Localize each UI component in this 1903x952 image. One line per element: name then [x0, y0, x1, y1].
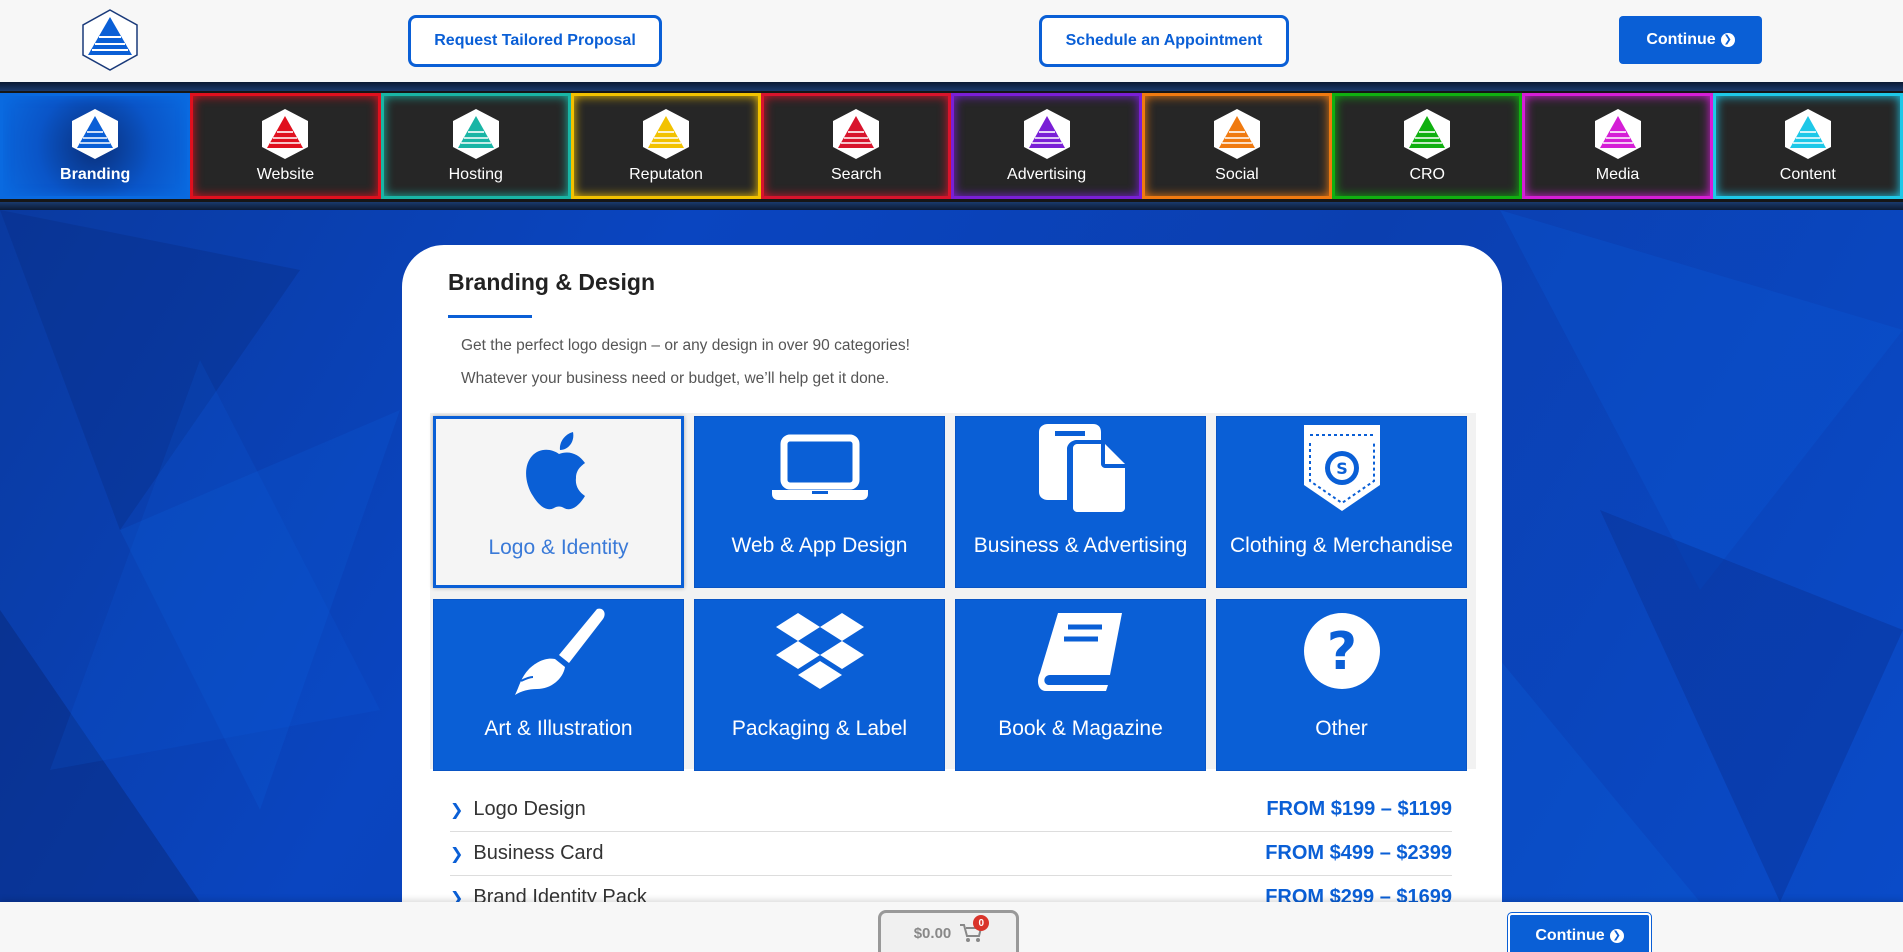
tile-label: Packaging & Label — [731, 717, 908, 740]
service-list: ❯ Logo Design FROM $199 – $1199 ❯ Business… — [450, 788, 1452, 920]
tab-social[interactable]: Social — [1141, 93, 1333, 199]
tile-packaging-label[interactable]: Packaging & Label — [694, 599, 945, 771]
pyramid-hex-icon — [833, 109, 880, 159]
top-header: Request Tailored Proposal Schedule an Ap… — [0, 0, 1903, 82]
tab-label: Social — [1215, 166, 1259, 183]
tile-label: Business & Advertising — [973, 534, 1188, 557]
pyramid-logo-icon[interactable] — [82, 9, 138, 71]
continue-button-top[interactable]: Continue ❯ — [1619, 16, 1762, 64]
pocket-badge-icon: S — [1287, 423, 1397, 513]
tile-clothing-merchandise[interactable]: S Clothing & Merchandise — [1216, 416, 1467, 588]
tab-label: Search — [830, 166, 882, 183]
tile-label: Logo & Identity — [488, 536, 629, 559]
schedule-appointment-button[interactable]: Schedule an Appointment — [1039, 15, 1289, 67]
tab-label: Branding — [60, 166, 131, 183]
service-price: FROM $199 – $1199 — [1266, 798, 1452, 820]
pyramid-hex-icon — [72, 109, 119, 159]
tab-label: CRO — [1409, 166, 1445, 183]
tab-label: Website — [256, 166, 315, 183]
question-icon: ? — [1287, 606, 1397, 696]
tile-label: Web & App Design — [731, 534, 908, 557]
tab-label: Reputaton — [629, 166, 703, 183]
pyramid-hex-icon — [262, 109, 309, 159]
description-line-1: Get the perfect logo design – or any des… — [461, 337, 910, 354]
service-price: FROM $499 – $2399 — [1265, 842, 1452, 864]
tile-label: Art & Illustration — [484, 717, 633, 740]
tab-label: Content — [1779, 166, 1836, 183]
apple-icon — [504, 425, 614, 515]
pyramid-hex-icon — [452, 109, 499, 159]
book-icon — [1026, 606, 1136, 696]
dropbox-icon — [765, 606, 875, 696]
paintbrush-icon — [504, 606, 614, 696]
tab-cro[interactable]: CRO — [1332, 93, 1523, 199]
tab-advertising[interactable]: Advertising — [951, 93, 1142, 199]
description-line-2: Whatever your business need or budget, w… — [461, 370, 890, 387]
tab-reputaton[interactable]: Reputaton — [570, 93, 762, 199]
laptop-icon — [765, 423, 875, 513]
tab-label: Advertising — [1007, 166, 1087, 183]
tab-hosting[interactable]: Hosting — [380, 93, 571, 199]
tile-label: Book & Magazine — [998, 717, 1163, 740]
tile-web-app-design[interactable]: Web & App Design — [694, 416, 945, 588]
tile-logo-identity[interactable]: Logo & Identity — [433, 416, 684, 588]
continue-label: Continue — [1646, 31, 1716, 48]
cart-total: $0.00 — [913, 924, 952, 942]
title-underline — [448, 315, 532, 318]
tile-other[interactable]: ? Other — [1216, 599, 1467, 771]
tile-book-magazine[interactable]: Book & Magazine — [955, 599, 1206, 771]
tab-label: Hosting — [448, 166, 503, 183]
pyramid-hex-icon — [1594, 109, 1641, 159]
pyramid-hex-icon — [1784, 109, 1831, 159]
tab-search[interactable]: Search — [761, 93, 952, 199]
tile-label: Other — [1315, 717, 1368, 740]
chevron-right-icon: ❯ — [450, 845, 464, 863]
service-card: Branding & Design Get the perfect logo d… — [402, 245, 1502, 925]
chevron-right-icon: ❯ — [450, 801, 464, 819]
category-tile-grid: Logo & Identity Web & App Design Busines… — [430, 413, 1476, 771]
pyramid-hex-icon — [643, 109, 690, 159]
tab-content[interactable]: Content — [1712, 93, 1903, 199]
list-item-business-card[interactable]: ❯ Business Card FROM $499 – $2399 — [450, 832, 1452, 876]
list-item-logo-design[interactable]: ❯ Logo Design FROM $199 – $1199 — [450, 788, 1452, 832]
documents-icon — [1026, 423, 1136, 513]
cart-count-badge: 0 — [973, 915, 990, 931]
request-proposal-button[interactable]: Request Tailored Proposal — [408, 15, 662, 67]
tab-label: Media — [1595, 166, 1640, 183]
tab-branding[interactable]: Branding — [0, 93, 191, 199]
pyramid-hex-icon — [1023, 109, 1070, 159]
tab-website[interactable]: Website — [190, 93, 381, 199]
cart-button[interactable]: $0.00 0 — [878, 910, 1019, 952]
tile-art-illustration[interactable]: Art & Illustration — [433, 599, 684, 771]
svg-text:S: S — [1336, 459, 1348, 478]
circle-arrow-icon: ❯ — [1720, 33, 1735, 47]
tile-business-advertising[interactable]: Business & Advertising — [955, 416, 1206, 588]
cart-icon: 0 — [959, 915, 990, 943]
circle-arrow-icon: ❯ — [1609, 928, 1624, 943]
continue-button-bottom[interactable]: Continue ❯ — [1508, 913, 1651, 952]
continue-label: Continue — [1535, 926, 1605, 944]
pyramid-hex-icon — [1213, 109, 1260, 159]
pyramid-hex-icon — [1404, 109, 1451, 159]
tile-label: Clothing & Merchandise — [1230, 534, 1453, 557]
svg-text:?: ? — [1326, 622, 1356, 682]
category-nav: Branding Website Hosting Reputaton Search Adv… — [0, 93, 1903, 199]
service-name: Business Card — [473, 842, 604, 864]
tab-media[interactable]: Media — [1522, 93, 1713, 199]
service-name: Logo Design — [473, 798, 586, 820]
card-title: Branding & Design — [448, 269, 656, 295]
